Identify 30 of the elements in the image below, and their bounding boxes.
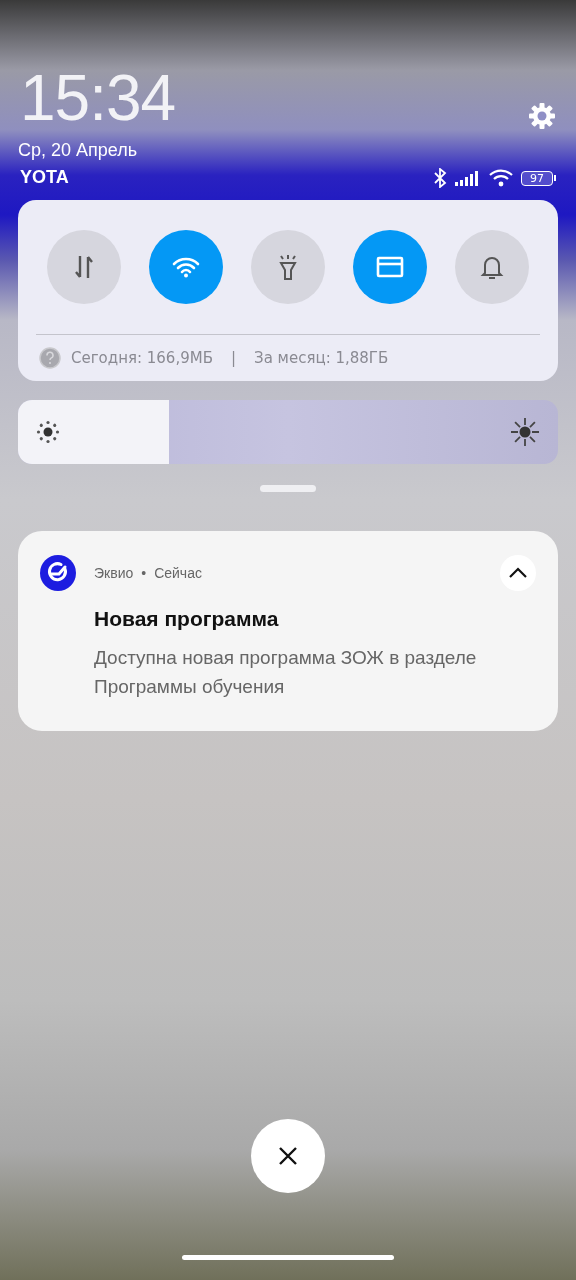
chevron-icon [508, 567, 528, 579]
help-icon[interactable] [39, 347, 61, 369]
clock-time: 15:34 [20, 66, 176, 130]
app-icon [40, 555, 76, 591]
date-text: Ср, 20 Апрель [18, 140, 139, 161]
collapse-button[interactable] [500, 555, 536, 591]
separator-dot: • [141, 565, 147, 581]
usage-month: За месяц: 1,88ГБ [254, 349, 389, 367]
bright-brightness-icon [510, 417, 540, 447]
notification-title: Новая программа [94, 607, 280, 631]
battery-icon: 97 [521, 170, 556, 186]
card-icon [376, 256, 404, 278]
signal-icon [455, 170, 481, 186]
brightness-slider[interactable] [18, 400, 558, 464]
app-name: Эквио [94, 565, 134, 581]
bell-icon [480, 254, 504, 280]
notification-body: Доступна новая программа ЗОЖ в разделе Программы обучения [94, 646, 478, 699]
bluetooth-icon [433, 168, 447, 188]
notification-card[interactable]: Эквио • Сейчас Новая программа Доступна новая программа ЗОЖ в разделе Программы обучения [18, 531, 558, 731]
notification-time: Сейчас [154, 565, 202, 581]
drag-handle[interactable] [260, 485, 316, 492]
wifi-icon [489, 169, 513, 187]
separator: | [230, 349, 237, 367]
close-icon [278, 1146, 298, 1166]
carrier-name: YOTA [20, 167, 69, 188]
arrows-icon [73, 254, 95, 280]
wifi-icon [172, 256, 200, 278]
settings-icon[interactable] [528, 102, 556, 130]
usage-today: Сегодня: 166,9МБ [71, 349, 213, 367]
dim-brightness-icon [36, 420, 60, 444]
